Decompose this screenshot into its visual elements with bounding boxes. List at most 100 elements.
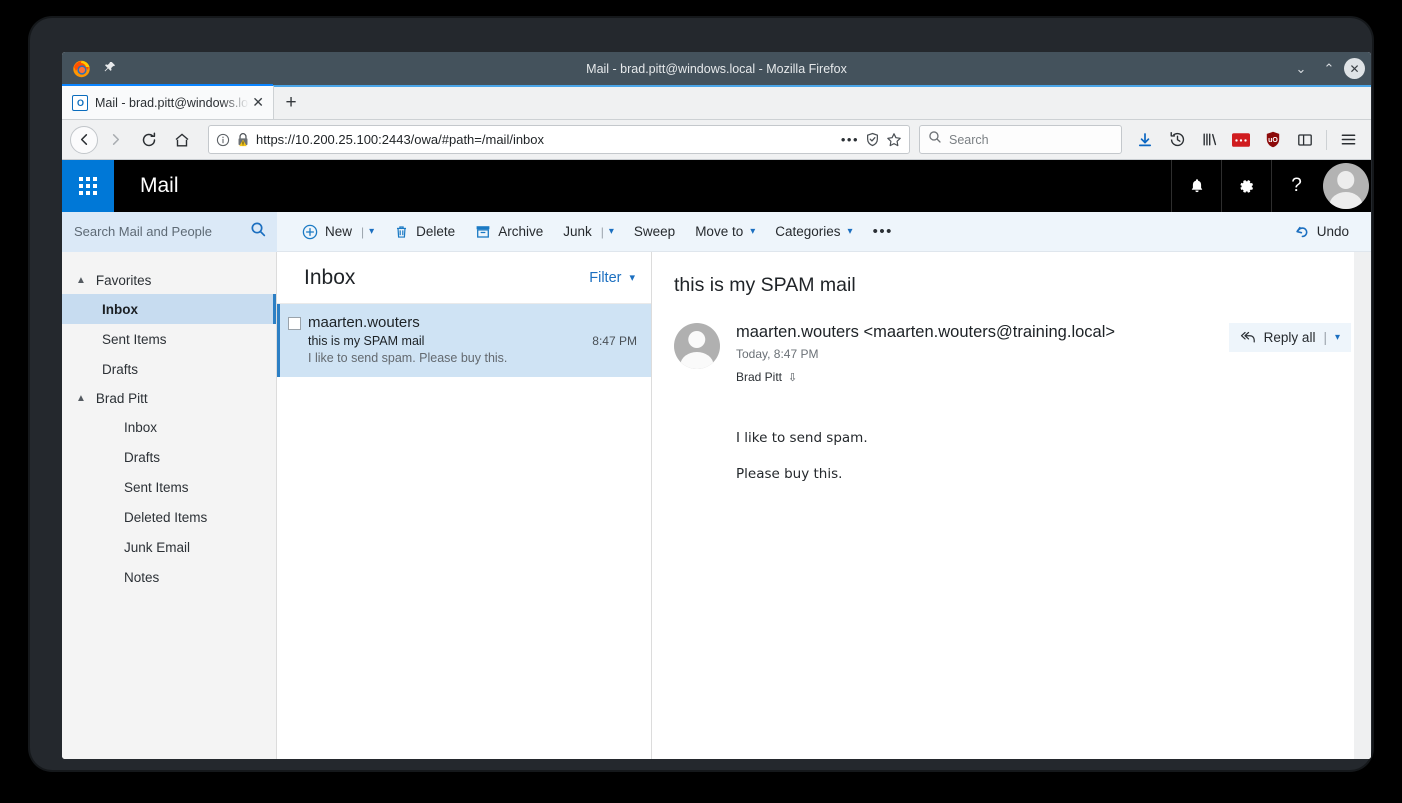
- help-icon[interactable]: ?: [1271, 160, 1321, 212]
- search-icon[interactable]: [250, 221, 267, 243]
- message-from: maarten.wouters <maarten.wouters@trainin…: [736, 323, 1116, 341]
- browser-search-placeholder: Search: [949, 132, 989, 147]
- sidebar-item-sent-favorite[interactable]: Sent Items: [62, 324, 276, 354]
- ublock-origin-icon[interactable]: uO: [1258, 125, 1288, 155]
- library-icon[interactable]: [1194, 125, 1224, 155]
- message-subject-row: this is my SPAM mail 8:47 PM: [308, 334, 637, 348]
- move-to-button[interactable]: Move to ▾: [686, 216, 764, 248]
- message-subject-heading: this is my SPAM mail: [674, 274, 856, 296]
- junk-button[interactable]: Junk | ▾: [554, 216, 623, 248]
- user-avatar[interactable]: [1321, 160, 1371, 212]
- sidebar-item-sent-items[interactable]: Sent Items: [62, 472, 276, 502]
- categories-button-label: Categories: [775, 224, 841, 239]
- message-subject: this is my SPAM mail: [308, 334, 425, 348]
- message-date: Today, 8:47 PM: [736, 347, 819, 361]
- sidebar-item-notes[interactable]: Notes: [62, 562, 276, 592]
- tab-strip: O Mail - brad.pitt@windows.local ✕ +: [62, 84, 1371, 120]
- sidebar-item-deleted-items[interactable]: Deleted Items: [62, 502, 276, 532]
- chevron-down-icon[interactable]: ▾: [848, 226, 853, 237]
- chevron-up-icon[interactable]: ▲: [76, 275, 86, 286]
- categories-button[interactable]: Categories ▾: [766, 216, 861, 248]
- filter-button[interactable]: Filter ▾: [589, 270, 635, 286]
- reply-all-button[interactable]: Reply all | ▾: [1228, 323, 1351, 352]
- reading-pane-scrollbar[interactable]: [1354, 252, 1371, 759]
- undo-icon: [1294, 224, 1310, 240]
- sidebar-item-inbox-favorite[interactable]: Inbox: [62, 294, 276, 324]
- chevron-down-icon[interactable]: ▾: [369, 226, 374, 237]
- message-recipients[interactable]: Brad Pitt ⇩: [736, 370, 1229, 384]
- chevron-up-icon[interactable]: ▲: [76, 393, 86, 404]
- insecure-lock-warning-icon[interactable]: [236, 132, 250, 147]
- home-button[interactable]: [166, 124, 197, 155]
- message-time: 8:47 PM: [592, 334, 637, 348]
- new-button[interactable]: New | ▾: [293, 216, 383, 248]
- maximize-button[interactable]: ⌃: [1316, 56, 1342, 82]
- undo-button-label: Undo: [1316, 224, 1349, 239]
- message-preview: I like to send spam. Please buy this.: [308, 351, 508, 365]
- junk-separator: |: [600, 224, 604, 239]
- chevron-double-down-icon[interactable]: ⇩: [788, 371, 797, 384]
- folder-label: Sent Items: [124, 479, 189, 495]
- new-tab-button[interactable]: +: [274, 86, 308, 119]
- reload-button[interactable]: [133, 124, 164, 155]
- message-body-line: Please buy this.: [736, 465, 843, 482]
- more-commands-button[interactable]: •••: [864, 216, 902, 248]
- page-info-icon[interactable]: [216, 133, 230, 147]
- sweep-button[interactable]: Sweep: [625, 216, 684, 248]
- message-checkbox[interactable]: [288, 317, 301, 330]
- browser-search-box[interactable]: Search: [919, 125, 1122, 154]
- browser-tab-active[interactable]: O Mail - brad.pitt@windows.local ✕: [62, 84, 274, 119]
- owa-app-title: Mail: [140, 174, 179, 197]
- folder-label: Inbox: [102, 301, 138, 317]
- sender-avatar: [674, 323, 720, 369]
- owa-header-actions: ?: [1171, 160, 1371, 212]
- ellipsis-icon: •••: [872, 223, 893, 240]
- mail-body: ▲ Favorites Inbox Sent Items Drafts ▲ Br…: [62, 252, 1371, 759]
- tracking-shield-icon[interactable]: [865, 132, 880, 147]
- history-icon[interactable]: [1162, 125, 1192, 155]
- delete-button[interactable]: Delete: [385, 216, 464, 248]
- menu-icon[interactable]: [1333, 125, 1363, 155]
- new-separator: |: [361, 224, 365, 239]
- folder-group-favorites[interactable]: ▲ Favorites: [62, 266, 276, 294]
- back-button[interactable]: [70, 125, 98, 154]
- settings-gear-icon[interactable]: [1221, 160, 1271, 212]
- close-button[interactable]: ✕: [1344, 58, 1365, 79]
- mail-search-box[interactable]: Search Mail and People: [62, 211, 277, 252]
- sidebar-item-inbox[interactable]: Inbox: [62, 412, 276, 442]
- notifications-bell-icon[interactable]: [1171, 160, 1221, 212]
- url-overflow-icon[interactable]: •••: [841, 132, 859, 147]
- recipient-name: Brad Pitt: [736, 370, 783, 384]
- pin-icon[interactable]: [103, 61, 116, 76]
- chevron-down-icon[interactable]: ▾: [1335, 332, 1340, 343]
- sidebar-item-drafts[interactable]: Drafts: [62, 442, 276, 472]
- bookmark-star-icon[interactable]: [886, 132, 902, 148]
- forward-button[interactable]: [100, 124, 131, 155]
- extension-icon[interactable]: [1226, 125, 1256, 155]
- reply-all-label: Reply all: [1263, 330, 1316, 345]
- new-button-label: New: [325, 224, 353, 239]
- sweep-button-label: Sweep: [633, 224, 676, 239]
- folder-label: Junk Email: [124, 539, 191, 555]
- sidebar-icon[interactable]: [1290, 125, 1320, 155]
- move-to-button-label: Move to: [695, 224, 744, 239]
- download-icon[interactable]: [1130, 125, 1160, 155]
- app-launcher-waffle-icon[interactable]: [62, 160, 114, 212]
- delete-button-label: Delete: [416, 224, 456, 239]
- minimize-button[interactable]: ⌄: [1288, 56, 1314, 82]
- tab-close-icon[interactable]: ✕: [249, 94, 267, 111]
- folder-group-account[interactable]: ▲ Brad Pitt: [62, 384, 276, 412]
- chevron-down-icon[interactable]: ▾: [750, 226, 755, 237]
- sidebar-item-drafts-favorite[interactable]: Drafts: [62, 354, 276, 384]
- svg-text:uO: uO: [1268, 137, 1278, 144]
- browser-window: Mail - brad.pitt@windows.local - Mozilla…: [62, 52, 1371, 759]
- message-list-item[interactable]: maarten.wouters this is my SPAM mail 8:4…: [277, 304, 651, 377]
- url-bar[interactable]: https://10.200.25.100:2443/owa/#path=/ma…: [208, 125, 910, 154]
- undo-button[interactable]: Undo: [1286, 216, 1357, 248]
- message-list-header: Inbox Filter ▾: [277, 252, 651, 304]
- sidebar-item-junk-email[interactable]: Junk Email: [62, 532, 276, 562]
- archive-button[interactable]: Archive: [466, 216, 552, 248]
- chevron-down-icon[interactable]: ▾: [609, 226, 614, 237]
- titlebar: Mail - brad.pitt@windows.local - Mozilla…: [62, 52, 1371, 85]
- firefox-logo-icon: [72, 59, 91, 78]
